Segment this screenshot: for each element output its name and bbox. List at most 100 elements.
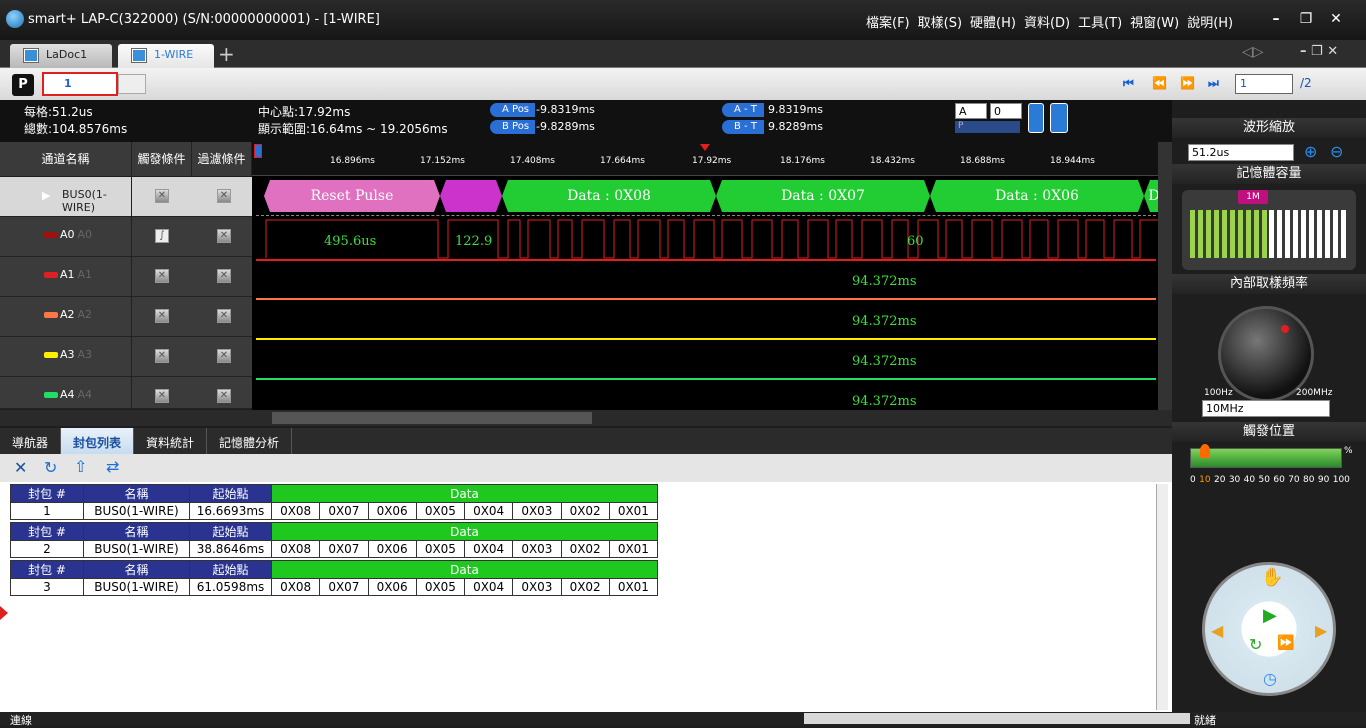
packet-3[interactable]: 封包 # 名稱 起始點 Data 3 BUS0(1-WIRE) 61.0598ms 0X0… xyxy=(10,560,659,596)
p-marker-bar[interactable]: P xyxy=(955,121,1020,133)
waveform-view[interactable]: 16.896ms 17.152ms 17.408ms 17.664ms 17.9… xyxy=(252,142,1158,410)
packet-start: 61.0598ms xyxy=(189,578,272,596)
menu-window[interactable]: 視窗(W) xyxy=(1130,12,1179,31)
filter-checkbox[interactable]: ✕ xyxy=(217,229,231,243)
page-number-input[interactable]: 1 xyxy=(1235,74,1293,94)
tab-packet-list[interactable]: 封包列表 xyxy=(61,428,135,454)
prev-page-icon[interactable]: ⏪ xyxy=(1152,76,1167,90)
cursor-number-select[interactable]: 0 xyxy=(990,103,1022,119)
tab-1-wire[interactable]: 1-WIRE xyxy=(118,44,214,68)
tab-ladoc1[interactable]: LaDoc1 xyxy=(10,44,112,68)
channel-color-icon[interactable] xyxy=(44,272,58,278)
channel-row-bus0[interactable]: BUS0(1-WIRE) ▶ ✕ ✕ xyxy=(0,177,252,217)
packet-1[interactable]: 封包 # 名稱 起始點 Data 1 BUS0(1-WIRE) 16.6693ms 0X0… xyxy=(10,484,659,520)
trigger-position-slider[interactable] xyxy=(1190,448,1342,468)
hscroll-thumb[interactable] xyxy=(272,412,592,424)
channel-color-icon[interactable] xyxy=(44,352,58,358)
tab-statistics[interactable]: 資料統計 xyxy=(134,428,208,454)
menu-data[interactable]: 資料(D) xyxy=(1024,12,1070,31)
filter-checkbox[interactable]: ✕ xyxy=(217,349,231,363)
channel-row-a3[interactable]: A3 A3 ✕ ✕ xyxy=(0,337,252,377)
cursor-select[interactable]: A xyxy=(955,103,987,119)
tab-scroll-arrows-icon[interactable]: ◁▷ xyxy=(1242,44,1264,60)
prev-icon[interactable]: ◀ xyxy=(1211,621,1223,640)
hand-icon[interactable]: ✋ xyxy=(1261,567,1283,588)
restore-button[interactable]: ❐ xyxy=(1292,8,1320,30)
menu-help[interactable]: 說明(H) xyxy=(1187,12,1233,31)
shuffle-icon[interactable]: ⇄ xyxy=(106,457,119,476)
capture-control-wheel[interactable]: ✋ ▶ ↻ ⏩ ◀ ▶ ◷ xyxy=(1202,562,1336,696)
page-tab-selected[interactable]: 1 xyxy=(42,72,118,96)
fast-forward-icon[interactable]: ⏩ xyxy=(1277,635,1294,651)
memory-level-empty xyxy=(1269,210,1348,258)
channel-row-a1[interactable]: A1 A1 ✕ ✕ xyxy=(0,257,252,297)
minimize-button[interactable]: – xyxy=(1262,8,1290,30)
data-byte: 0X02 xyxy=(560,578,610,596)
trigger-handle-icon[interactable] xyxy=(1200,444,1211,458)
add-tab-icon[interactable]: + xyxy=(218,42,235,66)
bus-segment-data[interactable]: Data : 0X06 xyxy=(930,180,1144,212)
waveform-hscrollbar[interactable] xyxy=(252,410,1172,426)
menu-tools[interactable]: 工具(T) xyxy=(1078,12,1122,31)
trigger-edge-icon[interactable]: ∫ xyxy=(155,229,169,243)
bus-segment-reset[interactable]: Reset Pulse xyxy=(264,180,440,212)
channel-color-icon[interactable] xyxy=(44,312,58,318)
freq-min: 100Hz xyxy=(1204,388,1233,398)
menu-hardware[interactable]: 硬體(H) xyxy=(970,12,1016,31)
memory-title: 記憶體容量 xyxy=(1172,164,1366,184)
p-button[interactable]: P xyxy=(12,74,34,96)
bus-segment-data[interactable]: D xyxy=(1144,180,1158,212)
loop-icon[interactable]: ↻ xyxy=(1249,635,1262,654)
close-button[interactable]: ✕ xyxy=(1322,8,1350,30)
marker-location-icon[interactable] xyxy=(1050,103,1068,133)
play-icon[interactable]: ▶ xyxy=(1263,605,1277,626)
packet-scrollbar[interactable] xyxy=(1156,484,1168,710)
data-byte: 0X02 xyxy=(560,502,610,520)
menu-file[interactable]: 檔案(F) xyxy=(866,12,910,31)
clock-icon[interactable]: ◷ xyxy=(1263,669,1277,688)
trigger-marker-icon[interactable] xyxy=(700,144,710,151)
channel-row-a2[interactable]: A2 A2 ✕ ✕ xyxy=(0,297,252,337)
channel-color-icon[interactable] xyxy=(44,392,58,398)
bus-segment-data[interactable]: Data : 0X07 xyxy=(716,180,930,212)
trigger-checkbox[interactable]: ✕ xyxy=(155,309,169,323)
channel-scrollbar[interactable] xyxy=(0,410,252,426)
last-page-icon[interactable]: ⏭ xyxy=(1208,76,1219,91)
filter-checkbox[interactable]: ✕ xyxy=(217,389,231,403)
filter-checkbox[interactable]: ✕ xyxy=(217,269,231,283)
memory-slider[interactable]: 1M xyxy=(1182,190,1356,270)
channel-row-a0[interactable]: A0 A0 ∫ ✕ xyxy=(0,217,252,257)
export-icon[interactable]: ⇧ xyxy=(74,457,87,476)
cursor-a-marker-icon[interactable] xyxy=(254,144,262,158)
zoom-out-icon[interactable]: ⊖ xyxy=(1330,142,1343,161)
trigger-checkbox[interactable]: ✕ xyxy=(155,349,169,363)
bus-segment-presence[interactable] xyxy=(440,180,502,212)
bus-segment-data[interactable]: Data : 0X08 xyxy=(502,180,716,212)
freq-select[interactable]: 10MHz xyxy=(1202,400,1330,417)
refresh-icon[interactable]: ↻ xyxy=(44,458,57,477)
zoom-select[interactable]: 51.2us xyxy=(1188,144,1294,161)
zoom-in-icon[interactable]: ⊕ xyxy=(1304,142,1317,161)
channel-row-a4[interactable]: A4 A4 ✕ ✕ xyxy=(0,377,252,409)
waveform-vscrollbar[interactable] xyxy=(1158,142,1172,410)
first-page-icon[interactable]: ⏮ xyxy=(1123,76,1134,91)
menu-sampling[interactable]: 取樣(S) xyxy=(918,12,962,31)
filter-checkbox[interactable]: ✕ xyxy=(217,309,231,323)
next-icon[interactable]: ▶ xyxy=(1315,621,1327,640)
next-page-icon[interactable]: ⏩ xyxy=(1180,76,1195,90)
tools-icon[interactable]: ✕ xyxy=(14,458,27,477)
channel-color-icon[interactable] xyxy=(44,232,58,238)
tab-navigator[interactable]: 導航器 xyxy=(0,428,62,454)
trigger-checkbox[interactable]: ✕ xyxy=(155,389,169,403)
page-tab-2[interactable] xyxy=(118,74,146,94)
trigger-checkbox[interactable]: ✕ xyxy=(155,269,169,283)
expand-arrow-icon[interactable]: ▶ xyxy=(42,189,50,202)
child-window-controls-icon[interactable]: – ❐ ✕ xyxy=(1300,44,1338,59)
packet-name: BUS0(1-WIRE) xyxy=(83,502,190,520)
data-byte: 0X05 xyxy=(415,578,466,596)
tab-memory-analysis[interactable]: 記憶體分析 xyxy=(207,428,293,454)
packet-2[interactable]: 封包 # 名稱 起始點 Data 2 BUS0(1-WIRE) 38.8646ms 0X0… xyxy=(10,522,659,558)
marker-pin-icon[interactable] xyxy=(1028,103,1044,133)
filter-checkbox[interactable]: ✕ xyxy=(217,189,231,203)
trigger-checkbox[interactable]: ✕ xyxy=(155,189,169,203)
